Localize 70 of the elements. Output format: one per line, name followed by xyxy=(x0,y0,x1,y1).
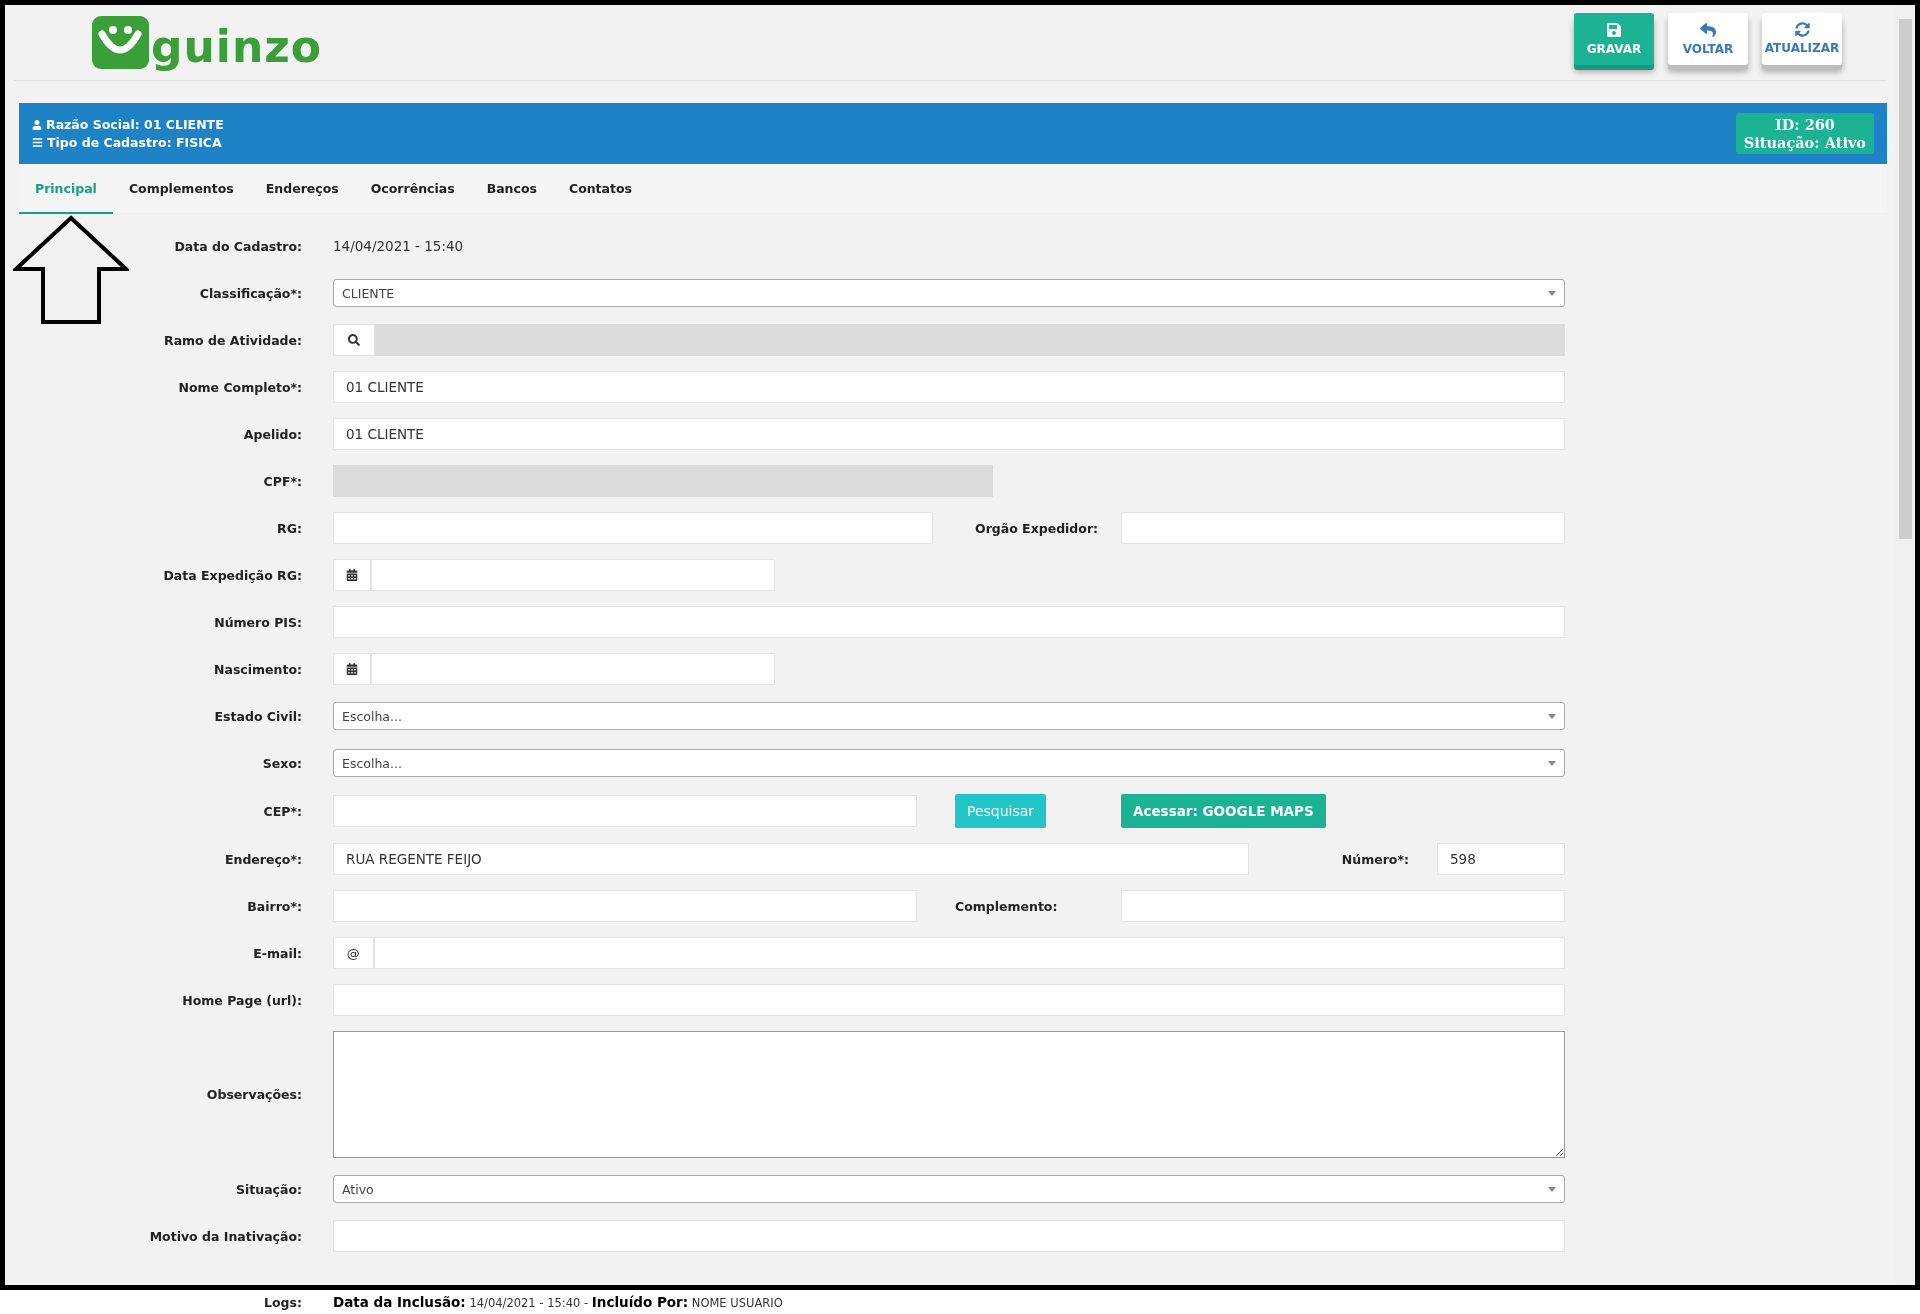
registration-type: Tipo de Cadastro: FISICA xyxy=(32,135,224,150)
field-label: CPF*: xyxy=(262,473,302,489)
field-label: CEP*: xyxy=(262,803,302,819)
date-field[interactable] xyxy=(371,653,775,685)
input-field[interactable] xyxy=(333,606,1565,638)
input-field[interactable] xyxy=(333,984,1565,1016)
input-field[interactable] xyxy=(1121,512,1565,544)
field-label: Estado Civil: xyxy=(213,708,302,724)
email-field[interactable] xyxy=(373,937,1565,969)
field-label: Observações: xyxy=(205,1087,302,1102)
field-label: Home Page (url): xyxy=(181,992,302,1008)
select-field[interactable]: CLIENTE xyxy=(333,279,1565,307)
input-field[interactable]: 01 CLIENTE xyxy=(333,418,1565,450)
field-label: Bairro*: xyxy=(246,898,302,914)
field-label: Situação: xyxy=(234,1181,302,1197)
calendar-icon[interactable] xyxy=(333,559,372,591)
search-icon[interactable] xyxy=(333,324,375,356)
field-label: Data do Cadastro: xyxy=(173,238,302,254)
field-value: 14/04/2021 - 15:40 xyxy=(333,238,465,254)
tab[interactable]: Ocorrências xyxy=(354,164,471,214)
input-field[interactable]: RUA REGENTE FEIJO xyxy=(333,843,1249,875)
caret-icon xyxy=(1548,1186,1556,1192)
calendar-icon[interactable] xyxy=(333,653,372,685)
field-label: Apelido: xyxy=(242,426,302,442)
input-field[interactable] xyxy=(1121,890,1565,922)
tab[interactable]: Bancos xyxy=(470,164,553,214)
field-label: Sexo: xyxy=(261,755,302,771)
refresh-icon xyxy=(1794,22,1810,37)
input-field[interactable] xyxy=(333,795,917,827)
input-field[interactable] xyxy=(333,890,917,922)
field-label: Motivo da Inativação: xyxy=(148,1228,302,1244)
at-sign-addon: @ xyxy=(333,937,374,969)
log-text: Data da Inclusão: 14/04/2021 - 15:40 - Incluído Por: NOME USUARIO xyxy=(333,1292,784,1312)
field-label: Número PIS: xyxy=(213,614,302,630)
input-field[interactable] xyxy=(333,1220,1565,1252)
logo-text: guinzo xyxy=(151,25,323,69)
field-label: Nome Completo*: xyxy=(177,379,302,395)
caret-icon xyxy=(1548,760,1556,766)
input-field[interactable] xyxy=(333,512,933,544)
status-badge: ID: 260 Situação: Ativo xyxy=(1735,113,1874,154)
field-label: Orgão Expedidor: xyxy=(974,520,1100,536)
select-field[interactable]: Escolha... xyxy=(333,749,1565,777)
input-field[interactable]: 598 xyxy=(1437,843,1565,875)
field-label: Data Expedição RG: xyxy=(162,567,302,583)
save-icon xyxy=(1606,21,1622,38)
text-area[interactable] xyxy=(333,1031,1565,1158)
input-field[interactable]: 01 CLIENTE xyxy=(333,371,1565,403)
field-label: Número*: xyxy=(1340,851,1410,867)
field-label: Ramo de Atividade: xyxy=(163,332,302,348)
date-field[interactable] xyxy=(371,559,775,591)
field-label: RG: xyxy=(276,520,302,536)
field-label: Logs: xyxy=(263,1294,302,1310)
company-name: Razão Social: 01 CLIENTE xyxy=(32,117,224,132)
caret-icon xyxy=(1548,713,1556,719)
field-label: Complemento: xyxy=(954,898,1059,914)
tab[interactable]: Contatos xyxy=(552,164,649,214)
reply-icon xyxy=(1700,21,1716,38)
field-label: Nascimento: xyxy=(213,661,302,677)
field-label: Endereço*: xyxy=(223,851,302,867)
smiley-logo-icon xyxy=(92,16,149,69)
up-arrow-icon xyxy=(13,215,129,325)
select-field[interactable]: Escolha... xyxy=(333,702,1565,730)
user-icon xyxy=(32,119,42,130)
select-field[interactable]: Ativo xyxy=(333,1175,1565,1203)
tab[interactable]: Complementos xyxy=(112,164,250,214)
field-label: Classificação*: xyxy=(198,285,302,301)
field-label: E-mail: xyxy=(252,945,302,961)
caret-icon xyxy=(1548,290,1556,296)
tab[interactable]: Endereços xyxy=(249,164,355,214)
menu-icon xyxy=(32,137,43,148)
